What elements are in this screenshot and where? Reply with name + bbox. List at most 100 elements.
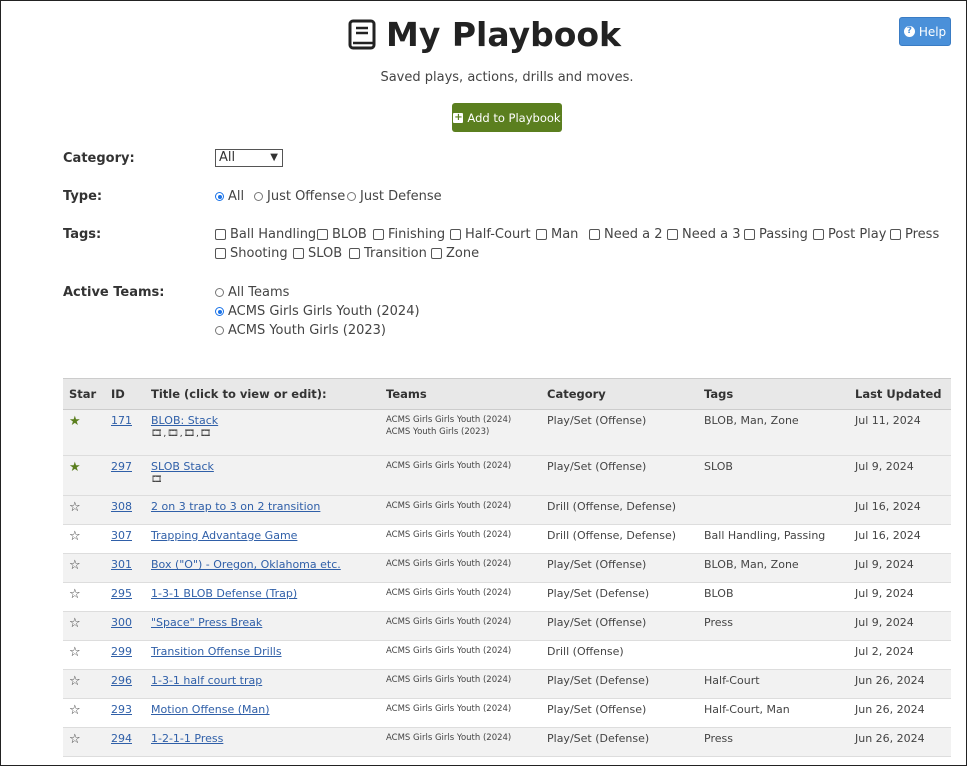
checkbox[interactable] [890, 229, 901, 240]
tag-ball-handling[interactable]: Ball Handling [215, 227, 316, 242]
id-link[interactable]: 300 [111, 616, 132, 629]
team-option-2024[interactable]: ACMS Girls Girls Youth (2024) [215, 304, 420, 319]
col-id[interactable]: ID [105, 378, 145, 410]
teams-cell: ACMS Girls Girls Youth (2024) [380, 611, 541, 641]
star-icon[interactable]: ☆ [69, 645, 81, 660]
title-cell: Motion Offense (Man) [145, 698, 380, 728]
radio-icon[interactable] [215, 288, 224, 297]
tag-zone[interactable]: Zone [431, 246, 479, 261]
checkbox[interactable] [431, 248, 442, 259]
type-option-offense[interactable]: Just Offense [254, 189, 345, 204]
title-link[interactable]: 1-3-1 BLOB Defense (Trap) [151, 587, 297, 600]
tag-need-a-2[interactable]: Need a 2 [589, 227, 662, 242]
checkbox[interactable] [589, 229, 600, 240]
star-icon[interactable]: ★ [69, 414, 81, 429]
radio-icon[interactable] [254, 192, 263, 201]
title-link[interactable]: "Space" Press Break [151, 616, 262, 629]
star-icon[interactable]: ☆ [69, 703, 81, 718]
page-header: My Playbook [1, 15, 967, 55]
tag-need-a-3[interactable]: Need a 3 [667, 227, 740, 242]
tag-post-play[interactable]: Post Play [813, 227, 886, 242]
tag-finishing[interactable]: Finishing [373, 227, 445, 242]
star-icon[interactable]: ☆ [69, 558, 81, 573]
title-link[interactable]: BLOB: Stack [151, 414, 218, 427]
checkbox[interactable] [349, 248, 360, 259]
checkbox[interactable] [293, 248, 304, 259]
star-icon[interactable]: ☆ [69, 500, 81, 515]
radio-icon[interactable] [347, 192, 356, 201]
checkbox[interactable] [536, 229, 547, 240]
title-link[interactable]: Transition Offense Drills [151, 645, 282, 658]
checkbox[interactable] [744, 229, 755, 240]
checkbox[interactable] [317, 229, 328, 240]
id-link[interactable]: 294 [111, 732, 132, 745]
film-icon[interactable]: 🎞 [151, 475, 374, 485]
type-option-all[interactable]: All [215, 189, 244, 204]
star-icon[interactable]: ☆ [69, 587, 81, 602]
col-teams[interactable]: Teams [380, 378, 541, 410]
col-title[interactable]: Title (click to view or edit): [145, 378, 380, 410]
id-link[interactable]: 299 [111, 645, 132, 658]
id-link[interactable]: 171 [111, 414, 132, 427]
title-link[interactable]: 1-2-1-1 Press [151, 732, 223, 745]
id-link[interactable]: 293 [111, 703, 132, 716]
team-name: ACMS Girls Girls Youth (2024) [386, 559, 512, 569]
checkbox[interactable] [215, 229, 226, 240]
table-header-row: Star ID Title (click to view or edit): T… [63, 378, 951, 410]
add-to-playbook-button[interactable]: + Add to Playbook [452, 103, 562, 132]
table-row: ☆ 294 1-2-1-1 Press ACMS Girls Girls You… [63, 727, 951, 757]
checkbox[interactable] [373, 229, 384, 240]
star-icon[interactable]: ☆ [69, 674, 81, 689]
tag-passing[interactable]: Passing [744, 227, 808, 242]
tag-transition[interactable]: Transition [349, 246, 427, 261]
tags-cell: Half-Court, Man [698, 698, 849, 728]
id-cell: 301 [105, 553, 145, 583]
col-last-updated[interactable]: Last Updated [849, 378, 951, 410]
id-link[interactable]: 308 [111, 500, 132, 513]
film-icon[interactable]: 🎞,🎞,🎞,🎞 [151, 429, 374, 439]
title-link[interactable]: 2 on 3 trap to 3 on 2 transition [151, 500, 320, 513]
star-cell: ☆ [63, 495, 105, 525]
tag-man[interactable]: Man [536, 227, 578, 242]
star-icon[interactable]: ☆ [69, 732, 81, 747]
star-cell: ☆ [63, 727, 105, 757]
col-category[interactable]: Category [541, 378, 698, 410]
table-row: ★ 297 SLOB Stack 🎞 ACMS Girls Girls Youth… [63, 455, 951, 496]
radio-icon[interactable] [215, 192, 224, 201]
tag-blob[interactable]: BLOB [317, 227, 367, 242]
star-icon[interactable]: ☆ [69, 616, 81, 631]
team-option-2023[interactable]: ACMS Youth Girls (2023) [215, 323, 386, 338]
id-link[interactable]: 301 [111, 558, 132, 571]
title-link[interactable]: 1-3-1 half court trap [151, 674, 262, 687]
tag-label: Post Play [828, 227, 887, 242]
col-tags[interactable]: Tags [698, 378, 849, 410]
title-link[interactable]: Motion Offense (Man) [151, 703, 270, 716]
title-link[interactable]: Trapping Advantage Game [151, 529, 297, 542]
tag-shooting[interactable]: Shooting [215, 246, 288, 261]
checkbox[interactable] [667, 229, 678, 240]
star-icon[interactable]: ☆ [69, 529, 81, 544]
id-link[interactable]: 307 [111, 529, 132, 542]
team-option-all[interactable]: All Teams [215, 285, 289, 300]
star-icon[interactable]: ★ [69, 460, 81, 475]
tag-press[interactable]: Press [890, 227, 939, 242]
type-option-defense[interactable]: Just Defense [347, 189, 442, 204]
checkbox[interactable] [215, 248, 226, 259]
checkbox[interactable] [813, 229, 824, 240]
title-link[interactable]: SLOB Stack [151, 460, 214, 473]
page-title-text: My Playbook [385, 15, 621, 54]
tag-label: SLOB [308, 246, 343, 261]
tag-slob[interactable]: SLOB [293, 246, 342, 261]
tag-half-court[interactable]: Half-Court [450, 227, 531, 242]
id-link[interactable]: 295 [111, 587, 132, 600]
category-select[interactable]: All ▼ [215, 149, 283, 167]
radio-icon[interactable] [215, 307, 224, 316]
checkbox[interactable] [450, 229, 461, 240]
col-star[interactable]: Star [63, 378, 105, 410]
id-link[interactable]: 297 [111, 460, 132, 473]
table-row: ★ 171 BLOB: Stack 🎞,🎞,🎞,🎞 ACMS Girls Girl… [63, 409, 951, 456]
id-link[interactable]: 296 [111, 674, 132, 687]
category-cell: Play/Set (Defense) [541, 582, 698, 612]
title-link[interactable]: Box ("O") - Oregon, Oklahoma etc. [151, 558, 341, 571]
radio-icon[interactable] [215, 326, 224, 335]
